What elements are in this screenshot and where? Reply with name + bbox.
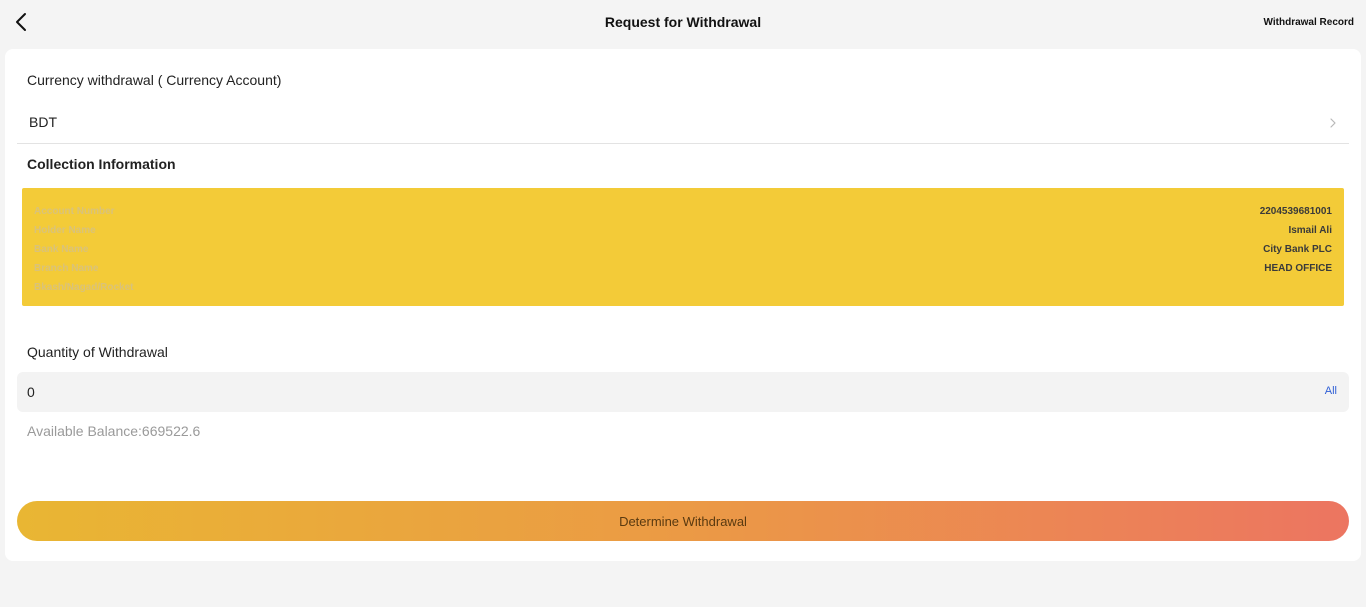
withdraw-all-button[interactable]: All (1325, 385, 1337, 397)
branch-name-value: HEAD OFFICE (1264, 263, 1332, 274)
currency-label: Currency withdrawal ( Currency Account) (27, 72, 282, 88)
info-values: 2204539681001 Ismail Ali City Bank PLC H… (1260, 206, 1332, 301)
page-title: Request for Withdrawal (604, 14, 762, 30)
quantity-field: All (17, 372, 1349, 412)
account-number-label: Account Number (34, 206, 115, 217)
determine-withdrawal-button[interactable]: Determine Withdrawal (17, 501, 1349, 541)
mobile-wallet-value (1260, 282, 1332, 301)
account-number-value: 2204539681001 (1259, 206, 1332, 217)
withdrawal-form-card: Currency withdrawal ( Currency Account) … (5, 49, 1361, 561)
bank-name-label: Bank Name (34, 244, 89, 255)
quantity-input[interactable] (27, 372, 1227, 412)
collection-info-box: Account Number Holder Name Bank Name Bra… (22, 188, 1344, 306)
available-balance: Available Balance:669522.6 (27, 423, 201, 439)
mobile-wallet-label: Bkash/Nagad/Rocket (34, 282, 134, 293)
top-bar: Request for Withdrawal Withdrawal Record (0, 0, 1366, 44)
currency-selector[interactable]: BDT (17, 101, 1349, 144)
collection-info-title: Collection Information (27, 156, 176, 172)
holder-name-value: Ismail Ali (1288, 225, 1332, 236)
bank-name-value: City Bank PLC (1263, 244, 1332, 255)
branch-name-label: Branch Name (34, 263, 99, 274)
quantity-label: Quantity of Withdrawal (27, 344, 168, 360)
holder-name-label: Holder Name (34, 225, 96, 236)
chevron-right-icon (1327, 116, 1339, 130)
withdrawal-record-link[interactable]: Withdrawal Record (1264, 17, 1354, 28)
currency-value: BDT (29, 114, 57, 130)
info-labels: Account Number Holder Name Bank Name Bra… (34, 206, 133, 301)
